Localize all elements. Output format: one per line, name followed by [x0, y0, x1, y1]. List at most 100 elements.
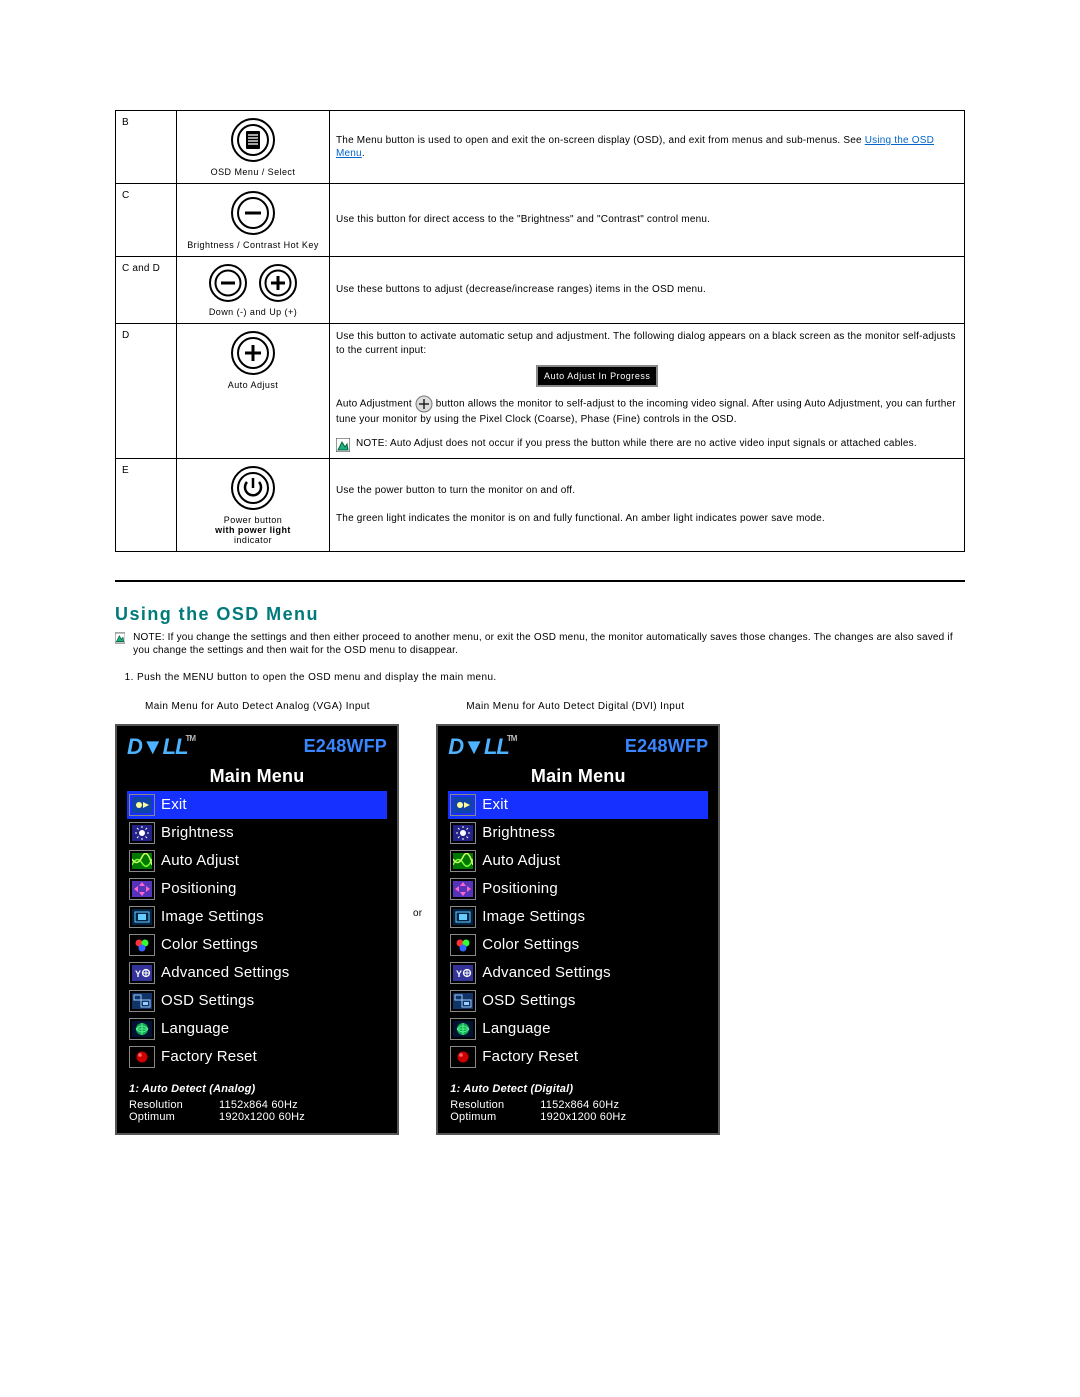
menu-title-right: Main Menu for Auto Detect Digital (DVI) … [466, 701, 720, 712]
osd-item-label: Auto Adjust [482, 852, 560, 869]
osd-item: Factory Reset [127, 1043, 387, 1071]
row-caption: Power button with power light indicator [183, 515, 323, 545]
osd-item: Positioning [127, 875, 387, 903]
osd-item-icon [450, 1046, 476, 1068]
osd-item: Y Advanced Settings [448, 959, 708, 987]
osd-item-label: Exit [161, 796, 187, 813]
osd-item-label: Factory Reset [161, 1048, 257, 1065]
osd-item-icon [129, 1018, 155, 1040]
caption-text: indicator [234, 535, 272, 545]
osd-item-label: Brightness [482, 824, 555, 841]
osd-item-label: Brightness [161, 824, 234, 841]
front-panel-buttons-table: B OSD Menu / Select The Menu button is u… [115, 110, 965, 552]
osd-item-icon [129, 822, 155, 844]
section-heading: Using the OSD Menu [115, 604, 965, 625]
row-desc: Use these buttons to adjust (decrease/in… [330, 257, 965, 324]
osd-item: Language [127, 1015, 387, 1043]
osd-item-label: Language [482, 1020, 550, 1037]
desc-text: Use the power button to turn the monitor… [336, 484, 958, 498]
auto-adjust-progress-badge: Auto Adjust In Progress [536, 365, 658, 387]
osd-item: Positioning [448, 875, 708, 903]
osd-item-icon [129, 850, 155, 872]
osd-item: Factory Reset [448, 1043, 708, 1071]
minus-button-icon [230, 190, 276, 236]
osd-item-icon [450, 990, 476, 1012]
row-key: B [116, 111, 177, 184]
osd-item-label: Factory Reset [482, 1048, 578, 1065]
section-divider [115, 580, 965, 582]
note-text: NOTE: If you change the settings and the… [133, 631, 965, 658]
osd-item: Color Settings [127, 931, 387, 959]
osd-item-label: Image Settings [161, 908, 264, 925]
desc-text: Use this button to activate automatic se… [336, 330, 958, 357]
note-icon [115, 631, 125, 645]
plus-button-icon [230, 330, 276, 376]
osd-item-icon [450, 822, 476, 844]
osd-item-label: OSD Settings [482, 992, 575, 1009]
steps-list: Push the MENU button to open the OSD men… [137, 672, 965, 683]
osd-item-icon [450, 878, 476, 900]
row-icon-cell: Brightness / Contrast Hot Key [177, 184, 330, 257]
osd-item-icon [450, 1018, 476, 1040]
osd-item-label: Language [161, 1020, 229, 1037]
osd-item-icon [450, 906, 476, 928]
osd-menu-analog: D▼LLTME248WFPMain MenuExitBrightnessAuto… [115, 724, 399, 1135]
row-key: D [116, 324, 177, 459]
row-desc: Use this button to activate automatic se… [330, 324, 965, 459]
menu-title-left: Main Menu for Auto Detect Analog (VGA) I… [145, 701, 399, 712]
osd-item-label: Positioning [161, 880, 237, 897]
svg-text:Y: Y [456, 969, 462, 979]
menu-button-icon [230, 117, 276, 163]
osd-item-icon: Y [129, 962, 155, 984]
row-key: C [116, 184, 177, 257]
desc-text: . [362, 148, 365, 159]
osd-item: Auto Adjust [448, 847, 708, 875]
row-caption: OSD Menu / Select [183, 167, 323, 177]
osd-item: OSD Settings [127, 987, 387, 1015]
osd-menu-digital: D▼LLTME248WFPMain MenuExitBrightnessAuto… [436, 724, 720, 1135]
caption-text: Power button [224, 515, 282, 525]
osd-item-icon [129, 878, 155, 900]
osd-item-label: Color Settings [161, 936, 258, 953]
osd-item-label: Exit [482, 796, 508, 813]
osd-item: Exit [127, 791, 387, 819]
minus-button-icon [208, 263, 248, 303]
row-key: C and D [116, 257, 177, 324]
osd-item-icon [129, 934, 155, 956]
row-desc: Use this button for direct access to the… [330, 184, 965, 257]
row-caption: Auto Adjust [183, 380, 323, 390]
osd-item-label: Color Settings [482, 936, 579, 953]
osd-item-label: Advanced Settings [161, 964, 289, 981]
osd-item-label: Advanced Settings [482, 964, 610, 981]
osd-item-icon [450, 794, 476, 816]
row-icon-cell: Down (-) and Up (+) [177, 257, 330, 324]
osd-item: Y Advanced Settings [127, 959, 387, 987]
desc-text: The green light indicates the monitor is… [336, 512, 958, 526]
or-text: or [399, 908, 436, 919]
row-caption: Brightness / Contrast Hot Key [183, 240, 323, 250]
row-desc: Use the power button to turn the monitor… [330, 458, 965, 551]
osd-item-label: OSD Settings [161, 992, 254, 1009]
osd-item-icon [129, 990, 155, 1012]
power-button-icon [230, 465, 276, 511]
desc-text: The Menu button is used to open and exit… [336, 135, 865, 146]
plus-button-icon [258, 263, 298, 303]
osd-item-icon: Y [450, 962, 476, 984]
osd-item: OSD Settings [448, 987, 708, 1015]
osd-item-icon [129, 794, 155, 816]
osd-item: Image Settings [127, 903, 387, 931]
row-key: E [116, 458, 177, 551]
note-text: NOTE: Auto Adjust does not occur if you … [356, 437, 917, 451]
osd-item: Language [448, 1015, 708, 1043]
osd-item-icon [129, 906, 155, 928]
osd-item-label: Positioning [482, 880, 558, 897]
osd-item-label: Auto Adjust [161, 852, 239, 869]
caption-text: with power light [215, 525, 291, 535]
desc-text: Auto Adjustment button allows the monito… [336, 395, 958, 427]
note-icon [336, 438, 350, 452]
osd-item-icon [450, 850, 476, 872]
osd-item-label: Image Settings [482, 908, 585, 925]
row-icon-cell: Power button with power light indicator [177, 458, 330, 551]
osd-item: Color Settings [448, 931, 708, 959]
osd-item: Brightness [127, 819, 387, 847]
